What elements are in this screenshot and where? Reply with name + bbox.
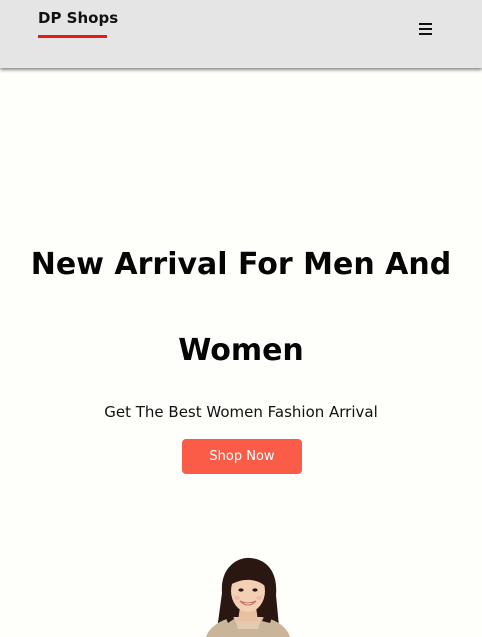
hero-subtitle: Get The Best Women Fashion Arrival [104, 403, 378, 421]
shop-now-button[interactable]: Shop Now [182, 439, 302, 474]
hamburger-menu-icon[interactable] [416, 20, 436, 38]
brand-logo-link[interactable]: DP Shops [38, 9, 118, 27]
hero-title-line-2: Women [178, 333, 304, 368]
hero-title: New Arrival For Men And Women [0, 222, 482, 394]
navbar: DP Shops [0, 0, 482, 68]
hero-title-line-1: New Arrival For Men And [30, 247, 452, 282]
brand-underline [38, 35, 107, 38]
smiling-woman-model-image [200, 553, 296, 637]
